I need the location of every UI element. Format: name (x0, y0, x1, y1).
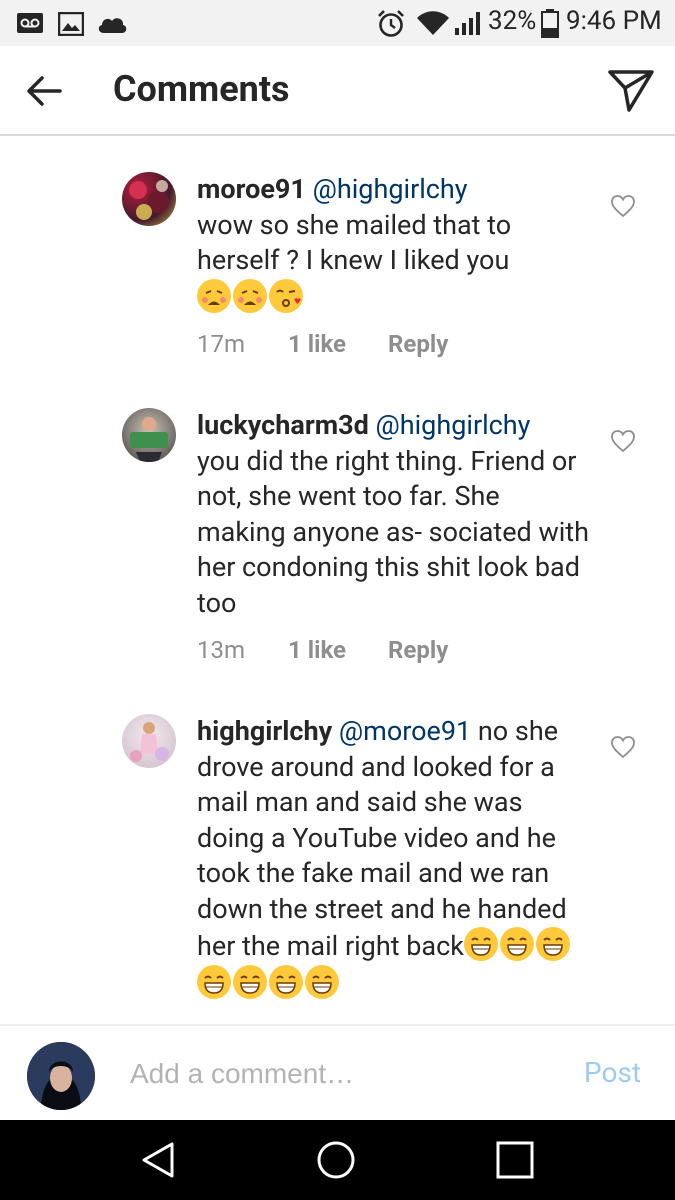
avatar[interactable] (122, 714, 176, 768)
system-nav-bar (0, 1120, 675, 1200)
grinning-face-emoji (463, 927, 498, 961)
nav-back-icon[interactable] (138, 1140, 178, 1180)
current-user-avatar (27, 1042, 95, 1110)
comment-body: highgirlchy @moroe91 no she drove around… (197, 714, 592, 1002)
comment-item: highgirlchy @moroe91 no she drove around… (0, 0, 675, 1024)
comment-username[interactable]: highgirlchy (197, 715, 332, 747)
comment-text: no she drove around and looked for a mai… (197, 715, 567, 962)
nav-home-icon[interactable] (316, 1140, 356, 1180)
add-comment-bar: Post (0, 1024, 675, 1120)
grinning-face-emoji (305, 964, 339, 999)
nav-recents-icon[interactable] (495, 1140, 535, 1180)
post-button[interactable]: Post (584, 1056, 641, 1089)
grinning-face-emoji (499, 927, 534, 961)
comment-input[interactable] (130, 1052, 560, 1096)
grinning-face-emoji (535, 927, 570, 961)
grinning-face-emoji (269, 964, 303, 999)
grinning-face-emoji (197, 964, 231, 999)
grinning-face-emoji (233, 964, 267, 999)
comment-mention[interactable]: @moroe91 (339, 715, 471, 747)
heart-icon[interactable] (610, 735, 636, 759)
